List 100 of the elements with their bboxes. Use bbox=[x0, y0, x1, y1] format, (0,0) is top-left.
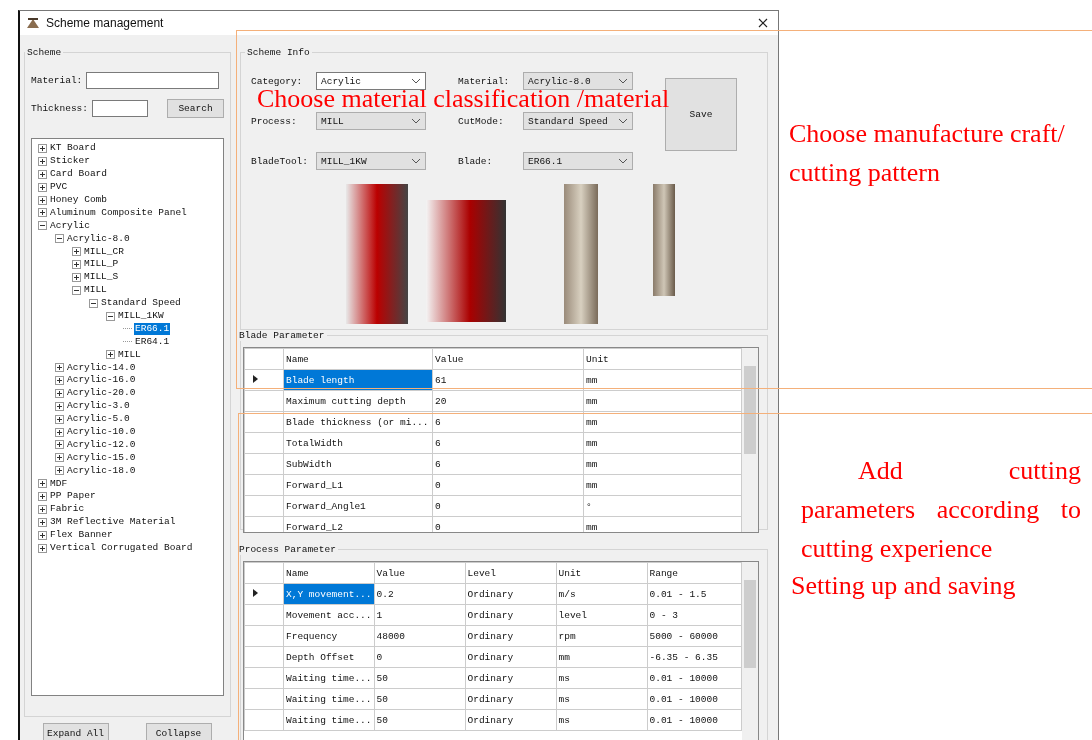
field-label: Material: bbox=[31, 74, 83, 86]
close-icon[interactable] bbox=[758, 18, 768, 28]
expander-icon[interactable] bbox=[89, 298, 98, 308]
dropdown-field[interactable]: Acrylic-8.0 bbox=[523, 72, 633, 90]
tree-item[interactable]: Standard Speed bbox=[100, 297, 182, 310]
expander-icon[interactable] bbox=[38, 504, 47, 514]
table-cell: mm bbox=[583, 369, 742, 391]
expand-all-button[interactable]: Expand All bbox=[42, 723, 109, 740]
table-cell: Ordinary bbox=[465, 688, 556, 710]
dropdown-field[interactable]: MILL_1KW bbox=[316, 152, 426, 170]
table-cell: mm bbox=[583, 453, 742, 475]
field-label: Process: bbox=[251, 115, 298, 127]
tree-item[interactable]: Aluminum Composite Panel bbox=[49, 206, 188, 219]
expander-icon[interactable] bbox=[38, 492, 47, 501]
expander-icon[interactable] bbox=[38, 208, 47, 218]
tree-item[interactable]: Acrylic-3.0 bbox=[66, 400, 131, 413]
tree-item[interactable]: Acrylic-20.0 bbox=[66, 387, 137, 400]
collapse-button[interactable]: Collapse bbox=[145, 723, 212, 740]
app-icon bbox=[26, 17, 40, 29]
tree-item[interactable]: Vertical Corrugated Board bbox=[49, 542, 194, 555]
expander-icon[interactable] bbox=[106, 311, 115, 321]
table-cell: Ordinary bbox=[465, 625, 556, 647]
tree-item[interactable]: Acrylic-12.0 bbox=[66, 438, 137, 451]
column-header[interactable]: Unit bbox=[583, 348, 742, 370]
expander-icon[interactable] bbox=[55, 427, 64, 437]
table-cell: mm bbox=[583, 474, 742, 496]
expander-icon[interactable] bbox=[38, 143, 47, 153]
expander-icon[interactable] bbox=[55, 401, 64, 411]
expander-icon[interactable] bbox=[55, 375, 64, 385]
column-header[interactable]: Name bbox=[283, 348, 433, 370]
expander-icon[interactable] bbox=[38, 543, 47, 553]
dropdown-field[interactable]: Acrylic bbox=[316, 72, 426, 90]
expander-icon[interactable] bbox=[55, 414, 64, 424]
scrollbar[interactable] bbox=[742, 562, 758, 740]
tree-item[interactable]: MILL bbox=[117, 348, 142, 361]
column-header[interactable]: Range bbox=[647, 562, 742, 584]
expander-icon[interactable] bbox=[55, 388, 64, 398]
column-header[interactable]: Name bbox=[283, 562, 374, 584]
expander-icon[interactable] bbox=[38, 479, 47, 489]
expander-icon[interactable] bbox=[72, 247, 81, 257]
tree-item[interactable]: ER66.1 bbox=[134, 322, 171, 335]
tree-item[interactable]: MILL_1KW bbox=[117, 310, 165, 322]
tree-item[interactable]: Acrylic-18.0 bbox=[66, 464, 137, 477]
chevron-down-icon bbox=[618, 78, 628, 84]
field-label: BladeTool: bbox=[251, 155, 309, 167]
tree-item[interactable]: MILL bbox=[83, 284, 108, 297]
expander-icon[interactable] bbox=[72, 285, 81, 295]
tree-item[interactable]: MILL_P bbox=[83, 258, 120, 271]
tree-item[interactable]: Acrylic bbox=[49, 219, 91, 232]
tree-item[interactable]: Acrylic-8.0 bbox=[66, 232, 131, 245]
column-header[interactable]: Value bbox=[432, 348, 584, 370]
tree-item[interactable]: MILL_S bbox=[83, 271, 120, 284]
tree-item[interactable]: Honey Comb bbox=[49, 194, 108, 206]
tree-item[interactable]: MDF bbox=[49, 477, 69, 490]
tree-item[interactable]: Acrylic-16.0 bbox=[66, 374, 137, 387]
expander-icon[interactable] bbox=[38, 169, 47, 179]
scrollbar[interactable] bbox=[742, 348, 758, 532]
expander-icon[interactable] bbox=[38, 156, 47, 166]
search-button[interactable]: Search bbox=[167, 98, 224, 118]
column-header[interactable]: Value bbox=[374, 562, 465, 584]
expander-icon[interactable] bbox=[55, 234, 64, 244]
tree-item[interactable]: PVC bbox=[49, 181, 69, 194]
expander-icon[interactable] bbox=[38, 221, 47, 231]
expander-icon[interactable] bbox=[38, 530, 47, 540]
expander-icon[interactable] bbox=[55, 363, 64, 373]
tree-item[interactable]: Acrylic-10.0 bbox=[66, 426, 137, 439]
expander-icon[interactable] bbox=[38, 182, 47, 192]
tree-item[interactable]: PP Paper bbox=[49, 490, 97, 503]
tree-item[interactable]: Acrylic-5.0 bbox=[66, 413, 131, 426]
table-cell: Forward_Angle1 bbox=[283, 495, 433, 517]
dropdown-field[interactable]: MILL bbox=[316, 112, 426, 130]
tree-item[interactable]: 3M Reflective Material bbox=[49, 516, 177, 529]
column-header[interactable]: Level bbox=[465, 562, 556, 584]
expander-icon[interactable] bbox=[55, 440, 64, 450]
dropdown-field[interactable]: Standard Speed bbox=[523, 112, 633, 130]
table-cell: 0.01 - 10000 bbox=[647, 667, 742, 689]
tree-item[interactable]: ER64.1 bbox=[134, 335, 171, 348]
tree-item[interactable]: Sticker bbox=[49, 155, 91, 168]
expander-icon[interactable] bbox=[106, 350, 115, 360]
tree-item[interactable]: Card Board bbox=[49, 168, 108, 181]
tree-item[interactable]: Flex Banner bbox=[49, 529, 114, 542]
table-cell: 61 bbox=[432, 369, 584, 391]
table-cell: -6.35 - 6.35 bbox=[647, 646, 742, 668]
expander-icon[interactable] bbox=[55, 466, 64, 476]
tree-item[interactable]: KT Board bbox=[49, 142, 97, 155]
column-header[interactable]: Unit bbox=[556, 562, 647, 584]
thickness-input[interactable] bbox=[92, 99, 148, 117]
table-cell: 50 bbox=[374, 688, 465, 710]
expander-icon[interactable] bbox=[72, 272, 81, 282]
expander-icon[interactable] bbox=[38, 195, 47, 205]
tree-item[interactable]: Fabric bbox=[49, 503, 86, 516]
material-input[interactable] bbox=[86, 71, 220, 89]
expander-icon[interactable] bbox=[55, 453, 64, 463]
expander-icon[interactable] bbox=[72, 259, 81, 269]
table-cell: Ordinary bbox=[465, 709, 556, 731]
expander-icon[interactable] bbox=[38, 517, 47, 527]
tree-item[interactable]: MILL_CR bbox=[83, 245, 125, 258]
tree-item[interactable]: Acrylic-15.0 bbox=[66, 451, 137, 464]
tree-item[interactable]: Acrylic-14.0 bbox=[66, 361, 137, 374]
dropdown-field[interactable]: ER66.1 bbox=[523, 152, 633, 170]
